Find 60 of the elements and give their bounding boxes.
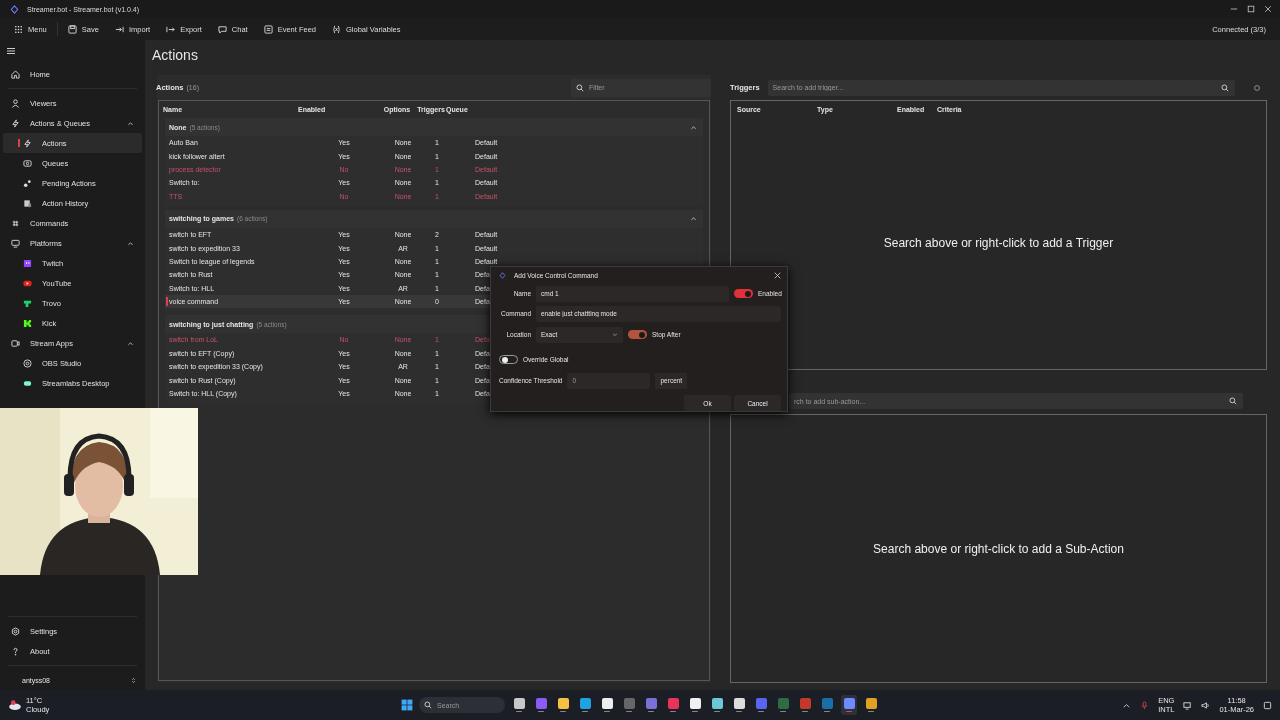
- toggle-switch[interactable]: [734, 289, 753, 298]
- help-icon: [11, 646, 20, 656]
- taskbar-app-icon[interactable]: [687, 695, 703, 715]
- empty-message: Search above or right-click to add a Trigger: [883, 236, 1114, 250]
- kick-icon: [23, 318, 32, 328]
- empty-message: Search above or right-click to add a Sub-Action: [873, 541, 1124, 556]
- command-icon: [11, 218, 20, 228]
- caret-icon[interactable]: [127, 119, 134, 127]
- grid-icon: [14, 24, 23, 34]
- home-icon: [11, 69, 20, 79]
- caret-icon[interactable]: [127, 339, 134, 347]
- caret-icon[interactable]: [690, 123, 697, 131]
- caret-icon[interactable]: [690, 215, 697, 223]
- search-icon: [576, 83, 584, 92]
- close-icon[interactable]: [774, 271, 781, 279]
- taskbar-app-icon[interactable]: [555, 695, 571, 715]
- import-icon: [114, 24, 124, 34]
- volume-icon[interactable]: [1201, 700, 1211, 710]
- user-icon: [11, 98, 20, 108]
- history-icon: [23, 198, 32, 208]
- page-title: Actions: [152, 46, 199, 65]
- microphone-icon[interactable]: [1140, 700, 1150, 710]
- monitor-icon: [11, 238, 20, 248]
- maximize-icon[interactable]: [1247, 5, 1255, 13]
- obs-icon: [23, 358, 32, 368]
- taskbar-app-icon[interactable]: [709, 695, 725, 715]
- search-icon: [1229, 397, 1237, 405]
- apps-icon: [11, 338, 20, 348]
- streamlabs-icon: [23, 378, 32, 388]
- taskbar-app-icon[interactable]: [577, 695, 593, 715]
- windows-start-icon[interactable]: [401, 699, 413, 711]
- chevron-icon: [130, 676, 137, 684]
- search-icon: [424, 701, 432, 709]
- twitch-icon: [23, 258, 32, 268]
- app-logo-icon: [10, 4, 19, 14]
- chat-icon: [217, 24, 227, 34]
- save-icon: [67, 24, 77, 34]
- toggle-switch[interactable]: [628, 330, 647, 339]
- caret-icon[interactable]: [127, 239, 134, 247]
- trovo-icon: [23, 298, 32, 308]
- minimize-icon[interactable]: [1230, 5, 1238, 13]
- pending-icon: [23, 178, 32, 188]
- app-logo-icon: [499, 271, 506, 279]
- feed-icon: [263, 24, 273, 34]
- caret-icon: [612, 331, 618, 338]
- search-icon: [1221, 83, 1229, 92]
- export-icon: [166, 24, 176, 34]
- taskbar-app-icon[interactable]: [511, 695, 527, 715]
- menu-icon[interactable]: [6, 46, 16, 56]
- notification-icon[interactable]: [1263, 700, 1272, 710]
- queue-icon: [23, 158, 32, 168]
- youtube-icon: [23, 278, 32, 288]
- weather-icon[interactable]: [8, 699, 22, 711]
- variable-icon: [332, 24, 342, 34]
- circle-icon[interactable]: [1253, 83, 1261, 92]
- close-icon[interactable]: [1264, 5, 1272, 13]
- taskbar-app-icon[interactable]: [863, 695, 879, 715]
- settings-icon: [11, 626, 20, 636]
- taskbar-app-icon[interactable]: [731, 695, 747, 715]
- taskbar-app-icon[interactable]: [599, 695, 615, 715]
